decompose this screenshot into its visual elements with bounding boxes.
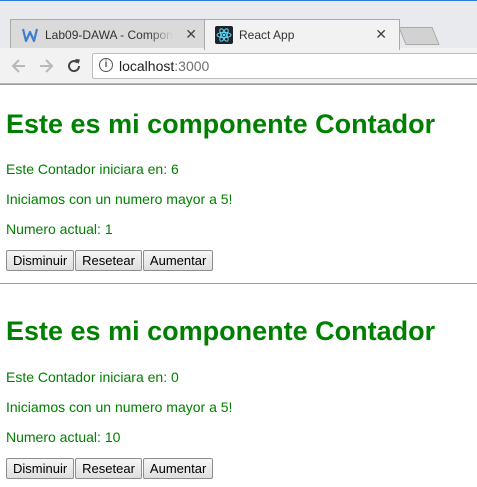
current-value-text: Numero actual: 1 (6, 221, 113, 237)
forward-arrow-icon (40, 59, 54, 73)
initial-value-text: Este Contador iniciara en: 0 (6, 369, 179, 385)
start-message: Iniciamos con un numero mayor a 5! (6, 191, 233, 207)
browser-toolbar: i localhost:3000 (0, 48, 477, 84)
forward-button[interactable] (35, 55, 57, 77)
w-icon (21, 26, 39, 44)
counter-heading: Este es mi componente Contador (6, 109, 436, 139)
address-bar[interactable]: i localhost:3000 (92, 53, 477, 79)
close-tab-icon[interactable]: ✕ (375, 26, 387, 42)
info-icon[interactable]: i (99, 58, 113, 72)
browser-tabstrip: Lab09-DAWA - Compone ✕ React App ✕ (0, 0, 477, 50)
back-arrow-icon (11, 59, 25, 73)
increase-button[interactable]: Aumentar (142, 250, 214, 271)
counter-buttons: Disminuir Resetear Aumentar (6, 250, 214, 271)
counter-buttons: Disminuir Resetear Aumentar (6, 458, 214, 479)
start-message: Iniciamos con un numero mayor a 5! (6, 399, 233, 415)
tab-lab09[interactable]: Lab09-DAWA - Compone ✕ (10, 19, 210, 50)
tab-react-app[interactable]: React App ✕ (204, 19, 400, 50)
current-value-text: Numero actual: 10 (6, 429, 121, 445)
close-tab-icon[interactable]: ✕ (185, 26, 197, 42)
reload-icon (68, 59, 81, 73)
reload-button[interactable] (63, 55, 85, 77)
react-icon (215, 26, 233, 44)
reset-button[interactable]: Resetear (75, 458, 142, 479)
decrease-button[interactable]: Disminuir (6, 250, 75, 271)
tab-title: Lab09-DAWA - Compone (45, 28, 173, 42)
tab-title: React App (239, 28, 295, 42)
url-port: :3000 (174, 58, 210, 74)
back-button[interactable] (8, 55, 30, 77)
reset-button[interactable]: Resetear (75, 250, 142, 271)
address-url: localhost:3000 (119, 58, 209, 74)
decrease-button[interactable]: Disminuir (6, 458, 75, 479)
initial-value-text: Este Contador iniciara en: 6 (6, 161, 179, 177)
counter-heading: Este es mi componente Contador (6, 316, 436, 346)
increase-button[interactable]: Aumentar (142, 458, 214, 479)
url-host: localhost (119, 58, 175, 74)
page-content: Este es mi componente Contador Este Cont… (0, 84, 477, 487)
new-tab-button[interactable] (398, 27, 440, 45)
counter-divider (0, 283, 477, 284)
